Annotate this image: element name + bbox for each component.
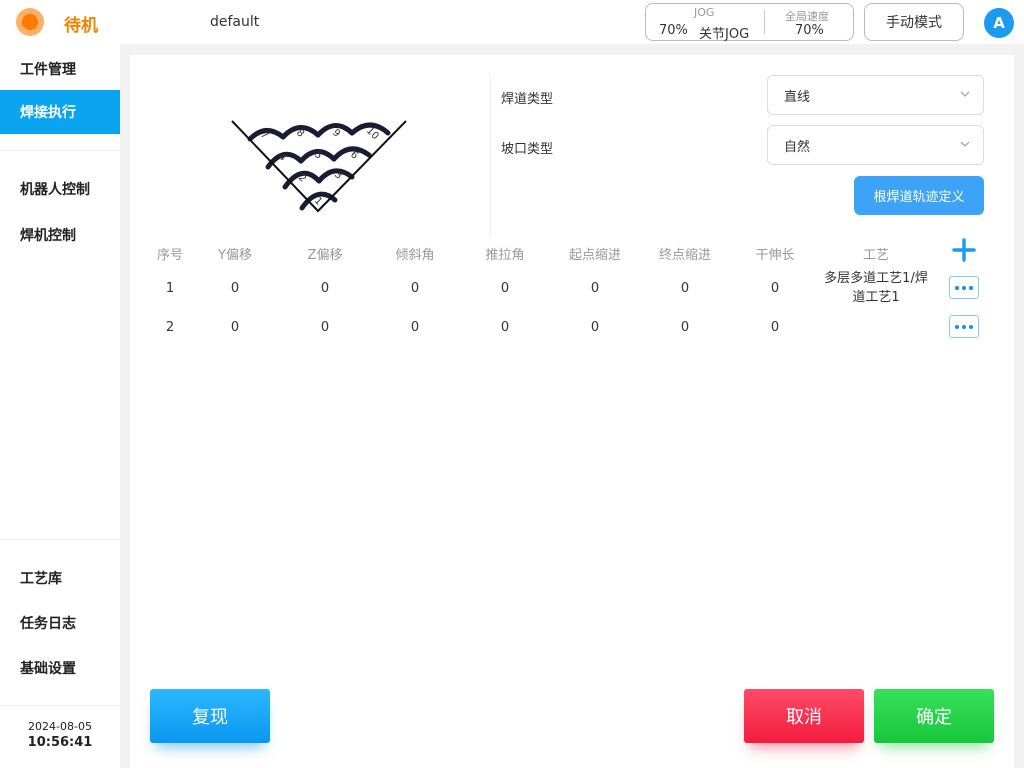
more-dot-icon: [955, 285, 959, 290]
cell-stickout: 0: [770, 320, 780, 335]
groove-type-select[interactable]: 自然: [767, 125, 984, 165]
jog-label: JOG: [694, 6, 715, 19]
sidebar-item-workpiece[interactable]: 工件管理: [0, 47, 120, 91]
groove-type-label: 坡口类型: [501, 142, 554, 157]
chevron-down-icon: [960, 91, 970, 97]
cell-index: 1: [165, 281, 175, 296]
row-more-button[interactable]: [949, 276, 979, 299]
cancel-button[interactable]: 取消: [744, 689, 864, 743]
sidebar-item-process-library[interactable]: 工艺库: [0, 556, 120, 600]
program-name: default: [210, 14, 260, 30]
more-dot-icon: [969, 324, 973, 329]
chevron-down-icon: [960, 141, 970, 147]
cell-start-indent: 0: [590, 320, 600, 335]
col-header-end-indent: 终点缩进: [658, 248, 712, 263]
add-icon[interactable]: [952, 238, 976, 262]
bead-label-9: 9: [330, 127, 342, 139]
clock-time: 10:56:41: [27, 735, 93, 750]
cell-z-offset: 0: [320, 281, 330, 296]
sidebar-item-robot-control[interactable]: 机器人控制: [0, 167, 120, 211]
robot-status: 待机: [64, 16, 98, 36]
weld-type-select[interactable]: 直线: [767, 75, 984, 115]
cell-stickout: 0: [770, 281, 780, 296]
jog-speed-panel[interactable]: JOG 70% 关节JOG 全局速度 70%: [645, 3, 854, 42]
status-indicator-icon: [16, 8, 44, 36]
sidebar-item-task-log[interactable]: 任务日志: [0, 601, 120, 645]
cell-y-offset: 0: [230, 320, 240, 335]
global-speed-label: 全局速度: [785, 10, 829, 23]
weld-bead-diagram: 1 2 3 4 5 6 7 8 9 10: [231, 120, 407, 213]
manual-mode-button[interactable]: 手动模式: [864, 3, 964, 41]
sidebar-item-basic-settings[interactable]: 基础设置: [0, 646, 120, 690]
cell-push-pull-angle: 0: [500, 320, 510, 335]
replay-button[interactable]: 复现: [150, 689, 270, 743]
more-dot-icon: [955, 324, 959, 329]
more-dot-icon: [962, 324, 966, 329]
clock: 2024-08-05 10:56:41: [0, 720, 120, 750]
groove-type-value: 自然: [784, 139, 811, 155]
col-header-index: 序号: [156, 248, 184, 263]
cell-tilt-angle: 0: [410, 320, 420, 335]
cell-tilt-angle: 0: [410, 281, 420, 296]
cell-push-pull-angle: 0: [500, 281, 510, 296]
jog-divider: [764, 10, 765, 34]
col-header-push-pull-angle: 推拉角: [485, 248, 525, 263]
col-header-y-offset: Y偏移: [218, 248, 252, 263]
more-dot-icon: [962, 285, 966, 290]
root-pass-trajectory-button[interactable]: 根焊道轨迹定义: [854, 176, 984, 215]
col-header-z-offset: Z偏移: [307, 248, 343, 263]
cell-start-indent: 0: [590, 281, 600, 296]
col-header-start-indent: 起点缩进: [568, 248, 622, 263]
confirm-button[interactable]: 确定: [874, 689, 994, 743]
weld-type-value: 直线: [784, 89, 811, 105]
cell-y-offset: 0: [230, 281, 240, 296]
cell-end-indent: 0: [680, 320, 690, 335]
sidebar-item-weld-execute[interactable]: 焊接执行: [0, 90, 120, 134]
col-header-process: 工艺: [862, 248, 890, 263]
jog-percent: 70%: [659, 23, 688, 38]
sidebar: 工件管理 焊接执行 机器人控制 焊机控制 工艺库 任务日志 基础设置 2024-…: [0, 44, 120, 768]
cell-process-line-1: 多层多道工艺1/焊: [824, 271, 928, 286]
cell-index: 2: [165, 320, 175, 335]
row-more-button[interactable]: [949, 315, 979, 338]
more-dot-icon: [969, 285, 973, 290]
weld-type-label: 焊道类型: [501, 92, 554, 107]
sidebar-divider: [0, 150, 120, 151]
cell-z-offset: 0: [320, 320, 330, 335]
sidebar-item-welder-control[interactable]: 焊机控制: [0, 213, 120, 257]
sidebar-divider: [0, 539, 120, 540]
cell-end-indent: 0: [680, 281, 690, 296]
jog-mode[interactable]: 关节JOG: [699, 23, 749, 42]
sidebar-divider: [0, 705, 120, 706]
bead-label-4: 4: [276, 151, 288, 163]
col-header-stickout: 干伸长: [755, 248, 795, 263]
clock-date: 2024-08-05: [28, 720, 92, 733]
user-avatar[interactable]: A: [984, 8, 1014, 38]
col-header-tilt-angle: 倾斜角: [395, 248, 435, 263]
weld-execute-panel: 1 2 3 4 5 6 7 8 9 10 焊道类型 直线 坡口类型 自然 根焊道…: [130, 55, 1014, 768]
global-speed-percent[interactable]: 70%: [795, 23, 824, 38]
top-bar: 待机 default JOG 70% 关节JOG 全局速度 70% 手动模式 A: [0, 0, 1024, 44]
form-divider: [490, 75, 491, 235]
cell-process-line-2: 道工艺1: [852, 290, 900, 305]
